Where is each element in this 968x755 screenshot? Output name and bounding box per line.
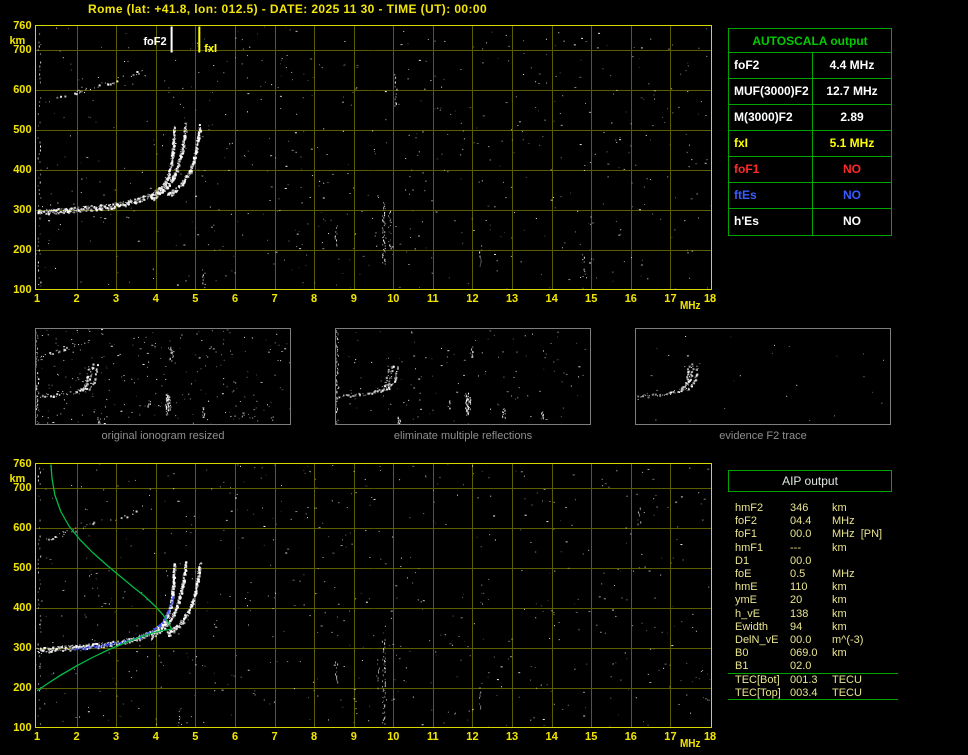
autoscala-screen: Rome (lat: +41.8, lon: 012.5) - DATE: 20… — [0, 0, 968, 755]
param-value: 110 — [790, 581, 808, 594]
param-unit: km — [832, 541, 847, 554]
autoscala-row-MUF(3000)F2: MUF(3000)F2 12.7 MHz — [729, 79, 891, 105]
profile-ionogram-canvas — [0, 455, 732, 755]
param-unit: m^(-3) — [832, 633, 864, 646]
autoscala-row-foF1: foF1 NO — [729, 157, 891, 183]
thumbnail-original-ionogram — [35, 328, 291, 425]
param-unit: km — [832, 620, 847, 633]
param-label: foE — [735, 567, 752, 580]
aip-row-B1: B1 02.0 — [728, 660, 898, 673]
autoscala-table-header: AUTOSCALA output — [729, 29, 891, 53]
aip-row-D1: D1 00.0 — [728, 555, 898, 568]
aip-row-hmE: hmE 110 km — [728, 581, 898, 594]
param-label: D1 — [735, 554, 750, 567]
thumbnail-f2-canvas — [636, 329, 890, 424]
param-label: h'Es — [729, 209, 813, 235]
aip-row-h_vE: h_vE 138 km — [728, 608, 898, 621]
thumbnail-caption-f2: evidence F2 trace — [719, 430, 807, 442]
param-label: Ewidth — [735, 620, 769, 633]
param-value: 20 — [790, 594, 803, 607]
aip-row-Ewidth: Ewidth 94 km — [728, 621, 898, 634]
param-value: 003.4 — [790, 686, 818, 699]
param-unit: TECU — [832, 674, 862, 687]
param-label: hmE — [735, 581, 758, 594]
param-label: MUF(3000)F2 — [729, 79, 813, 104]
param-value: 346 — [790, 502, 809, 514]
aip-row-TEC[Top]: TEC[Top] 003.4 TECU — [728, 687, 898, 700]
aip-row-foE: foE 0.5 MHz — [728, 568, 898, 581]
param-value: 069.0 — [790, 647, 818, 660]
aip-row-B0: B0 069.0 km — [728, 647, 898, 660]
param-label: foF2 — [729, 53, 813, 78]
param-unit: MHz — [832, 515, 855, 528]
param-value: 138 — [790, 607, 809, 620]
param-label: B0 — [735, 647, 749, 660]
autoscala-row-fxI: fxI 5.1 MHz — [729, 131, 891, 157]
param-value: 4.4 MHz — [829, 58, 875, 72]
station-title: Rome (lat: +41.8, lon: 012.5) - DATE: 20… — [88, 2, 488, 16]
autoscala-row-foF2: foF2 4.4 MHz — [729, 53, 891, 79]
param-value: 12.7 MHz — [826, 84, 878, 98]
param-unit: km — [832, 594, 847, 607]
thumbnail-cleaned-canvas — [336, 329, 590, 424]
autoscala-row-M(3000)F2: M(3000)F2 2.89 — [729, 105, 891, 131]
param-unit: km — [832, 502, 847, 514]
param-label: foF1 — [729, 157, 813, 182]
thumbnail-caption-cleaned: eliminate multiple reflections — [393, 430, 533, 442]
param-value: 001.3 — [790, 674, 818, 687]
param-unit: km — [832, 607, 847, 620]
thumbnail-cleaned-ionogram — [335, 328, 591, 425]
param-unit: km — [832, 647, 847, 660]
param-value: --- — [790, 541, 801, 554]
param-label: h_vE — [735, 607, 761, 620]
aip-row-foF2: foF2 04.4 MHz — [728, 515, 898, 528]
param-value: 94 — [790, 620, 803, 633]
aip-row-foF1: foF1 00.0 MHz [PN] — [728, 528, 898, 541]
param-value: 00.0 — [790, 528, 812, 541]
param-unit: km — [832, 581, 847, 594]
param-value: NO — [843, 162, 861, 176]
aip-row-DelN_vE: DelN_vE 00.0 m^(-3) — [728, 634, 898, 647]
aip-row-TEC[Bot]: TEC[Bot] 001.3 TECU — [728, 673, 898, 686]
aip-row-hmF2: hmF2 346 km — [728, 502, 898, 515]
param-label: hmF1 — [735, 541, 764, 554]
param-value: NO — [843, 214, 861, 228]
param-label: B1 — [735, 660, 749, 673]
param-label: fxI — [729, 131, 813, 156]
autoscala-table-rows: foF2 4.4 MHz MUF(3000)F2 12.7 MHz M(3000)F2 2… — [729, 53, 891, 235]
param-value: 5.1 MHz — [829, 136, 875, 150]
param-unit: TECU — [832, 686, 862, 699]
thumbnail-f2-trace — [635, 328, 891, 425]
param-label: M(3000)F2 — [729, 105, 813, 130]
param-label: foF2 — [735, 515, 758, 528]
param-unit: MHz [PN] — [832, 528, 883, 541]
param-value: 04.4 — [790, 515, 812, 528]
param-label: ymE — [735, 594, 757, 607]
param-label: ftEs — [729, 183, 813, 208]
autoscala-row-ftEs: ftEs NO — [729, 183, 891, 209]
main-ionogram-canvas — [0, 18, 732, 312]
aip-table-header: AIP output — [728, 470, 892, 492]
aip-table-rows: hmF2 346 km foF2 04.4 MHz foF1 00.0 MHz [PN] hmF1… — [728, 502, 898, 700]
param-value: 2.89 — [840, 110, 864, 124]
param-value: 0.5 — [790, 567, 806, 580]
param-label: TEC[Top] — [735, 686, 781, 699]
param-value: 02.0 — [790, 660, 812, 673]
param-label: DelN_vE — [735, 633, 779, 646]
aip-row-hmF1: hmF1 --- km — [728, 542, 898, 555]
param-unit: MHz — [832, 567, 855, 580]
param-label: foF1 — [735, 528, 758, 541]
param-label: TEC[Bot] — [735, 674, 780, 687]
param-value: 00.0 — [790, 554, 812, 567]
thumbnail-original-canvas — [36, 329, 290, 424]
param-unit — [832, 660, 898, 673]
thumbnail-caption-original: original ionogram resized — [101, 430, 225, 442]
param-value: NO — [843, 188, 861, 202]
aip-row-ymE: ymE 20 km — [728, 594, 898, 607]
param-value: 00.0 — [790, 633, 812, 646]
autoscala-row-h'Es: h'Es NO — [729, 209, 891, 235]
autoscala-output-table: AUTOSCALA output foF2 4.4 MHz MUF(3000)F2 1… — [728, 28, 892, 236]
param-unit — [832, 555, 898, 568]
param-label: hmF2 — [735, 502, 764, 514]
